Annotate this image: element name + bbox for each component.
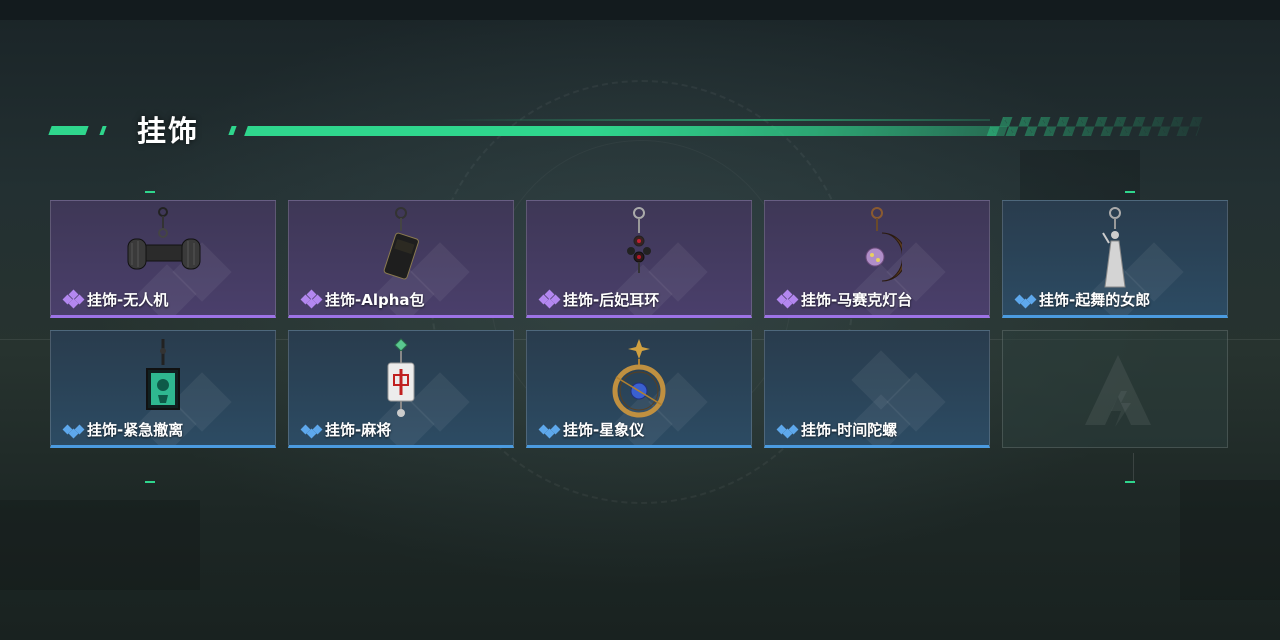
top-bar [0,0,1280,20]
header-accent-line [440,119,990,121]
rare-rarity-icon [538,421,561,439]
mosaic-lamp-charm-icon [865,207,902,282]
charm-name: 挂饰-紧急撤离 [87,420,184,439]
earring-charm-icon [627,207,651,273]
epic-rarity-icon [538,289,561,309]
charm-card-time-top[interactable]: 挂饰-时间陀螺 [764,330,990,448]
epic-rarity-icon [62,289,85,309]
header-accent-dash [228,126,237,135]
rare-rarity-icon [62,421,85,439]
header-accent-dash [48,126,89,135]
rare-rarity-icon [1014,291,1037,309]
section-title: 挂饰 [137,114,200,148]
grid-guide-line [1133,453,1134,481]
charm-card-mahjong[interactable]: 挂饰-麻将 [288,330,514,448]
epic-rarity-icon [776,289,799,309]
charm-card-drone[interactable]: 挂饰-无人机 [50,200,276,318]
alpha-bag-charm-icon [383,207,419,280]
header-accent-dash [99,126,107,135]
charm-name: 挂饰-起舞的女郎 [1039,290,1151,309]
epic-rarity-icon [300,289,323,309]
charm-card-astrolabe[interactable]: 挂饰-星象仪 [526,330,752,448]
charm-name: 挂饰-时间陀螺 [801,420,898,439]
charm-collection-screen: 挂饰 挂饰-无人机 挂饰-Alpha包 挂饰-后妃耳环 挂饰-马赛克灯台 挂饰-… [0,0,1280,640]
background-structure [1180,480,1280,600]
grid-corner-tick [1125,481,1135,483]
emergency-exit-charm-icon [146,339,180,410]
drone-charm-icon [127,207,201,270]
mahjong-charm-icon [387,338,415,417]
charm-name: 挂饰-后妃耳环 [563,290,660,309]
rare-rarity-icon [300,421,323,439]
charm-card-alpha-bag[interactable]: 挂饰-Alpha包 [288,200,514,318]
empty-charm-slot[interactable] [1002,330,1228,448]
dancing-lady-charm-icon [1102,207,1126,288]
charm-name: 挂饰-Alpha包 [325,290,425,309]
charm-name: 挂饰-无人机 [87,290,169,309]
grid-corner-tick [145,481,155,483]
header-checker-pattern [986,117,1204,136]
grid-corner-tick [145,191,155,193]
charm-card-emergency-exit[interactable]: 挂饰-紧急撤离 [50,330,276,448]
charm-name: 挂饰-麻将 [325,420,392,439]
charm-name: 挂饰-星象仪 [563,420,645,439]
charm-card-dancing-lady[interactable]: 挂饰-起舞的女郎 [1002,200,1228,318]
charm-card-mosaic-lamp[interactable]: 挂饰-马赛克灯台 [764,200,990,318]
grid-corner-tick [1125,191,1135,193]
background-structure [0,500,200,590]
charm-card-earring[interactable]: 挂饰-后妃耳环 [526,200,752,318]
astrolabe-charm-icon [612,339,666,418]
charm-name: 挂饰-马赛克灯台 [801,290,913,309]
empty-slot-logo-icon [1085,355,1151,427]
header-accent-bar [244,126,1008,136]
rare-rarity-icon [776,421,799,439]
